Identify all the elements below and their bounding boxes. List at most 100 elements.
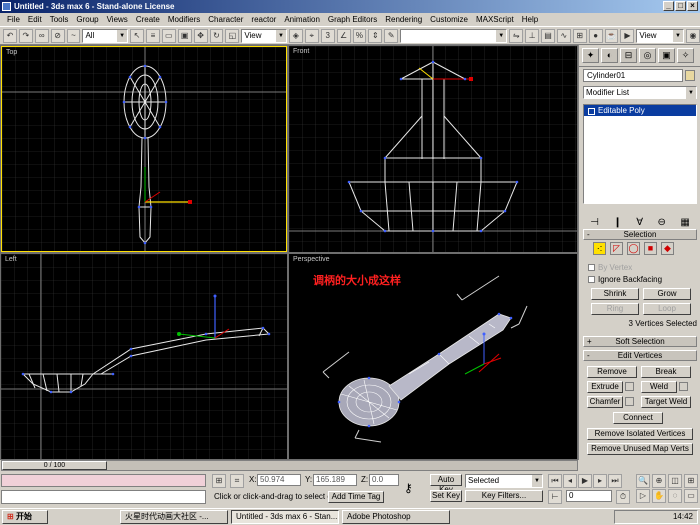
border-mode-icon[interactable]: ◯ [627,242,640,255]
rollout-edit-vertices[interactable]: - Edit Vertices [583,350,697,361]
time-slider[interactable]: 0 / 100 [1,460,578,471]
menu-tools[interactable]: Tools [46,15,73,24]
viewport-top[interactable]: Top [1,46,287,252]
taskbar-item-browser[interactable]: 火星时代动画大社区 -... [120,510,228,524]
remove-isolated-vertices-button[interactable]: Remove Isolated Vertices [587,428,693,440]
extrude-settings-icon[interactable] [625,382,634,391]
pin-stack-icon[interactable]: ⊣ [590,217,599,228]
element-mode-icon[interactable]: ◆ [661,242,674,255]
grow-button[interactable]: Grow [643,288,691,300]
select-manipulate-icon[interactable]: ⌖ [304,28,319,43]
maximize-button[interactable]: □ [675,1,686,11]
weld-button[interactable]: Weld [641,381,677,393]
render-last-icon[interactable]: ◉ [685,28,700,43]
minimize-button[interactable]: _ [663,1,674,11]
angle-snap-icon[interactable]: ∠ [336,28,351,43]
link-icon[interactable]: ∞ [34,28,49,43]
modify-tab-icon[interactable]: ◐ [601,48,618,63]
remove-modifier-icon[interactable]: ⊖ [657,217,665,228]
ignore-backfacing-checkbox[interactable]: Ignore Backfacing [588,275,662,284]
redo-icon[interactable]: ↷ [18,28,33,43]
align-icon[interactable]: ⊥ [525,28,540,43]
utilities-tab-icon[interactable]: ✧ [677,48,694,63]
maximize-viewport-icon[interactable]: ▭ [684,489,698,503]
bind-space-warp-icon[interactable]: ~ [66,28,81,43]
zoom-extents-all-icon[interactable]: ⊞ [684,474,698,488]
menu-create[interactable]: Create [132,15,164,24]
ring-button[interactable]: Ring [591,303,639,315]
field-of-view-icon[interactable]: ▷ [636,489,650,503]
key-mode-toggle-icon[interactable]: ⊢ [548,490,562,504]
configure-modifier-sets-icon[interactable]: ▦ [680,217,689,228]
arc-rotate-icon[interactable]: ◌ [668,489,682,503]
undo-icon[interactable]: ↶ [3,28,17,43]
target-weld-button[interactable]: Target Weld [641,396,691,408]
break-button[interactable]: Break [641,366,691,378]
menu-file[interactable]: File [3,15,24,24]
edit-named-selection-icon[interactable]: ✎ [384,28,399,43]
chamfer-settings-icon[interactable] [625,397,634,406]
by-vertex-checkbox[interactable]: By Vertex [588,263,632,272]
spinner-snap-icon[interactable]: ⇕ [368,28,383,43]
polygon-mode-icon[interactable]: ■ [644,242,657,255]
add-time-tag-button[interactable]: Add Time Tag [328,491,384,503]
modifier-list-dropdown[interactable]: Modifier List ▼ [583,86,697,99]
scale-icon[interactable]: ◱ [225,28,240,43]
shrink-button[interactable]: Shrink [591,288,639,300]
percent-snap-icon[interactable]: % [352,28,367,43]
chamfer-button[interactable]: Chamfer [587,396,623,408]
object-color-swatch[interactable] [685,70,695,81]
remove-button[interactable]: Remove [587,366,637,378]
render-type-dropdown[interactable]: View ▼ [636,28,684,43]
rollout-selection[interactable]: - Selection [583,229,697,240]
set-key-button[interactable]: Set Key [430,490,462,502]
reference-coordinate-dropdown[interactable]: View ▼ [241,28,287,43]
menu-character[interactable]: Character [204,15,247,24]
create-tab-icon[interactable]: ✦ [582,48,599,63]
menu-reactor[interactable]: reactor [247,15,280,24]
y-coordinate-field[interactable]: 165.189 [313,474,357,486]
key-filters-button[interactable]: Key Filters... [465,490,543,502]
menu-maxscript[interactable]: MAXScript [472,15,518,24]
hierarchy-tab-icon[interactable]: ⊟ [620,48,637,63]
maxscript-listener-mini[interactable] [1,474,206,487]
named-selection-sets-dropdown[interactable]: ▼ [400,28,508,43]
lock-selection-icon[interactable]: ⊞ [212,474,226,488]
viewport-label-front[interactable]: Front [293,48,309,55]
material-editor-icon[interactable]: ● [588,28,603,43]
viewport-left[interactable]: Left [1,254,287,459]
render-scene-icon[interactable]: ☕ [604,28,619,43]
menu-customize[interactable]: Customize [426,15,472,24]
zoom-all-icon[interactable]: ⊕ [652,474,666,488]
absolute-mode-icon[interactable]: ⌗ [230,474,244,488]
motion-tab-icon[interactable]: ◎ [639,48,656,63]
viewport-label-top[interactable]: Top [6,49,17,56]
menu-animation[interactable]: Animation [280,15,324,24]
move-icon[interactable]: ✥ [193,28,208,43]
previous-frame-icon[interactable]: ◂ [563,474,577,488]
go-to-start-icon[interactable]: ⏮ [548,474,562,488]
selection-filter-dropdown[interactable]: All ▼ [82,28,129,43]
window-crossing-icon[interactable]: ▣ [177,28,192,43]
viewport-label-perspective[interactable]: Perspective [293,256,330,263]
show-end-result-icon[interactable]: ❙ [613,217,621,228]
vertex-mode-icon[interactable]: ·: [593,242,606,255]
zoom-extents-icon[interactable]: ◫ [668,474,682,488]
x-coordinate-field[interactable]: 50.974 [257,474,301,486]
go-to-end-icon[interactable]: ⏭ [608,474,622,488]
menu-group[interactable]: Group [72,15,102,24]
extrude-button[interactable]: Extrude [587,381,623,393]
play-icon[interactable]: ▶ [578,474,592,488]
key-mode-dropdown[interactable]: Selected ▼ [465,474,543,488]
rollout-soft-selection[interactable]: + Soft Selection [583,336,697,347]
unlink-icon[interactable]: ⊘ [50,28,65,43]
menu-graph-editors[interactable]: Graph Editors [324,15,381,24]
mirror-icon[interactable]: ⇋ [509,28,524,43]
connect-button[interactable]: Connect [613,412,663,424]
select-object-icon[interactable]: ↖ [130,28,144,43]
display-tab-icon[interactable]: ▣ [658,48,675,63]
rotate-icon[interactable]: ↻ [209,28,224,43]
taskbar-item-photoshop[interactable]: Adobe Photoshop [342,510,450,524]
loop-button[interactable]: Loop [643,303,691,315]
taskbar-item-3dsmax[interactable]: Untitled - 3ds max 6 - Stan... [231,510,339,524]
